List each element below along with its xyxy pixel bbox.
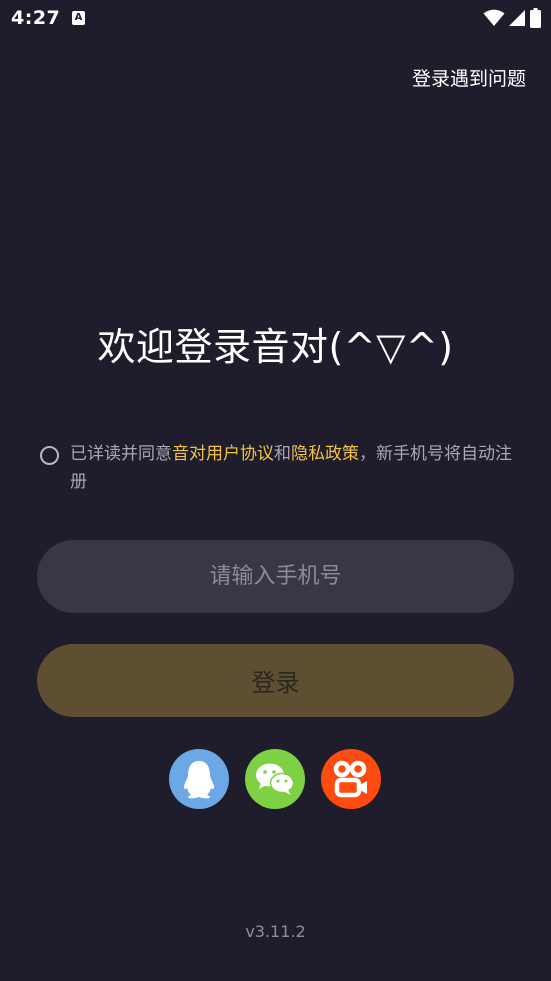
wifi-icon <box>483 9 505 26</box>
privacy-policy-link[interactable]: 隐私政策 <box>291 444 359 464</box>
signal-icon <box>509 10 525 26</box>
kuaishou-login-button[interactable] <box>321 749 381 809</box>
social-login-row <box>0 749 551 811</box>
wechat-login-button[interactable] <box>245 749 305 809</box>
status-icons <box>483 8 541 28</box>
status-time: 4:27 <box>11 7 61 29</box>
login-button[interactable]: 登录 <box>37 644 514 717</box>
agreement-text: 已详读并同意音对用户协议和隐私政策，新手机号将自动注册 <box>70 440 522 496</box>
user-agreement-link[interactable]: 音对用户协议 <box>172 444 274 464</box>
accessibility-a-icon: A <box>72 11 85 25</box>
battery-icon <box>530 8 541 28</box>
phone-input-container <box>37 540 514 613</box>
agreement-conjunction: 和 <box>274 444 291 464</box>
kuaishou-icon <box>333 760 367 798</box>
login-help-link[interactable]: 登录遇到问题 <box>412 64 526 91</box>
wechat-icon <box>256 763 295 795</box>
status-bar: 4:27 A <box>0 0 551 40</box>
phone-input[interactable] <box>37 540 514 613</box>
qq-penguin-icon <box>183 761 215 799</box>
qq-login-button[interactable] <box>169 749 229 809</box>
agreement-prefix: 已详读并同意 <box>70 444 172 464</box>
welcome-title: 欢迎登录音对(^▽^) <box>97 325 454 369</box>
app-version: v3.11.2 <box>245 922 306 941</box>
agree-checkbox[interactable] <box>40 446 59 465</box>
